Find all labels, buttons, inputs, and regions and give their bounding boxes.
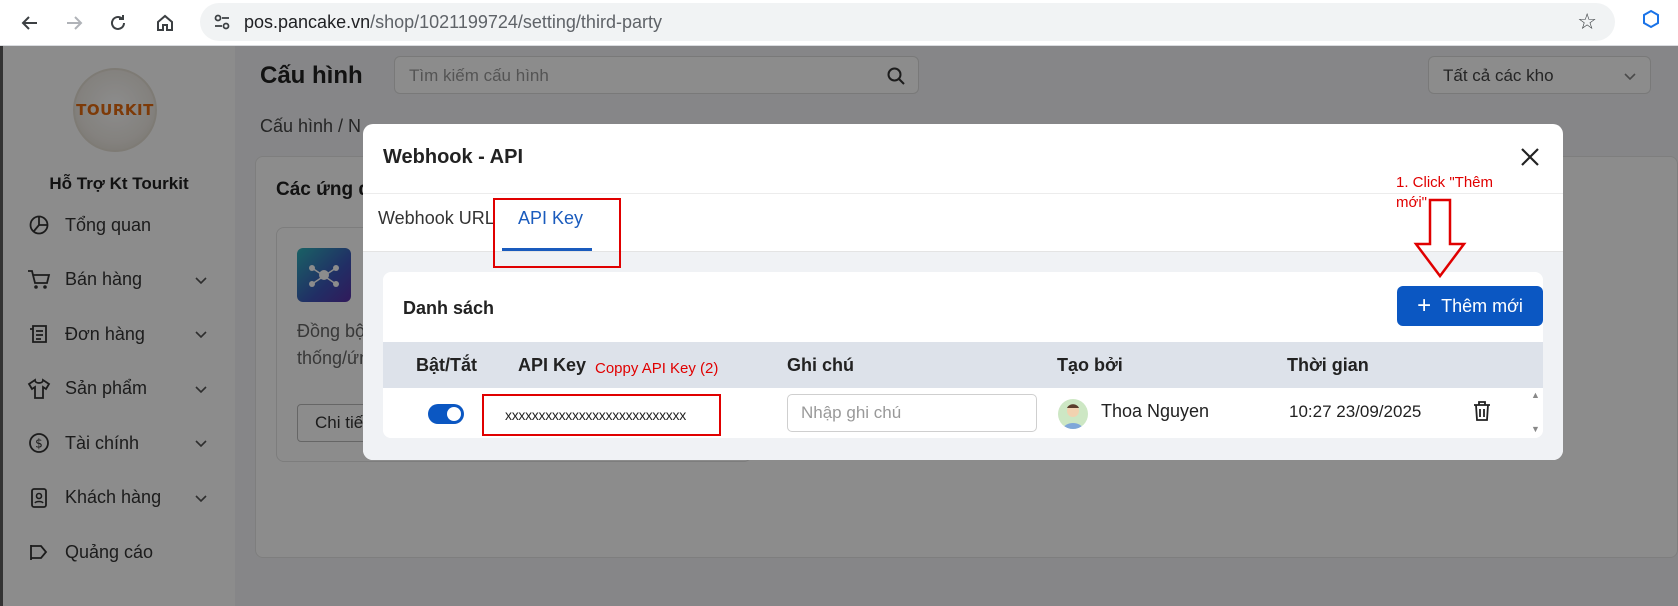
avatar: [1058, 399, 1088, 429]
window-edge: [0, 46, 3, 606]
list-title: Danh sách: [403, 298, 495, 318]
column-header: API Key: [518, 355, 587, 375]
created-time: 10:27 23/09/2025: [1289, 402, 1422, 421]
add-new-button[interactable]: + Thêm mới: [1397, 286, 1543, 326]
add-new-label: Thêm mới: [1441, 295, 1523, 316]
browser-toolbar: pos.pancake.vn/shop/1021199724/setting/t…: [0, 0, 1678, 46]
site-info-icon[interactable]: [212, 12, 232, 32]
extension-icon[interactable]: [1640, 8, 1662, 30]
close-icon[interactable]: [1517, 144, 1543, 170]
annotation-highlight-api-key-value: [482, 394, 721, 436]
scroll-up-icon[interactable]: ▲: [1531, 390, 1540, 400]
bookmark-star-icon[interactable]: ☆: [1577, 9, 1597, 35]
back-icon[interactable]: [13, 6, 47, 40]
reload-icon[interactable]: [101, 6, 135, 40]
column-header: Tạo bởi: [1057, 355, 1123, 375]
column-header: Ghi chú: [787, 355, 854, 375]
table-header: Bật/Tắt API Key Ghi chú Tạo bởi Thời gia…: [383, 342, 1543, 388]
annotation-step-1-line: 1. Click "Thêm: [1396, 174, 1494, 191]
tab-webhook-url[interactable]: Webhook URL: [378, 208, 495, 229]
divider: [363, 193, 1563, 194]
forward-icon[interactable]: [57, 6, 91, 40]
plus-icon: +: [1417, 292, 1432, 319]
home-icon[interactable]: [148, 6, 182, 40]
note-input[interactable]: Nhập ghi chú: [787, 394, 1037, 432]
scroll-down-icon[interactable]: ▼: [1531, 424, 1540, 434]
enable-toggle[interactable]: [428, 404, 464, 424]
modal-title: Webhook - API: [383, 146, 523, 168]
column-header: Thời gian: [1287, 355, 1369, 375]
trash-icon[interactable]: [1470, 399, 1494, 423]
column-header: Bật/Tắt: [416, 355, 478, 375]
url-text: pos.pancake.vn/shop/1021199724/setting/t…: [244, 12, 662, 32]
annotation-highlight-api-key-tab: [493, 198, 621, 268]
annotation-arrow-down-icon: [1413, 198, 1467, 279]
address-bar[interactable]: pos.pancake.vn/shop/1021199724/setting/t…: [200, 3, 1615, 41]
created-by: Thoa Nguyen: [1101, 401, 1210, 421]
annotation-step-2: Coppy API Key (2): [595, 360, 719, 377]
